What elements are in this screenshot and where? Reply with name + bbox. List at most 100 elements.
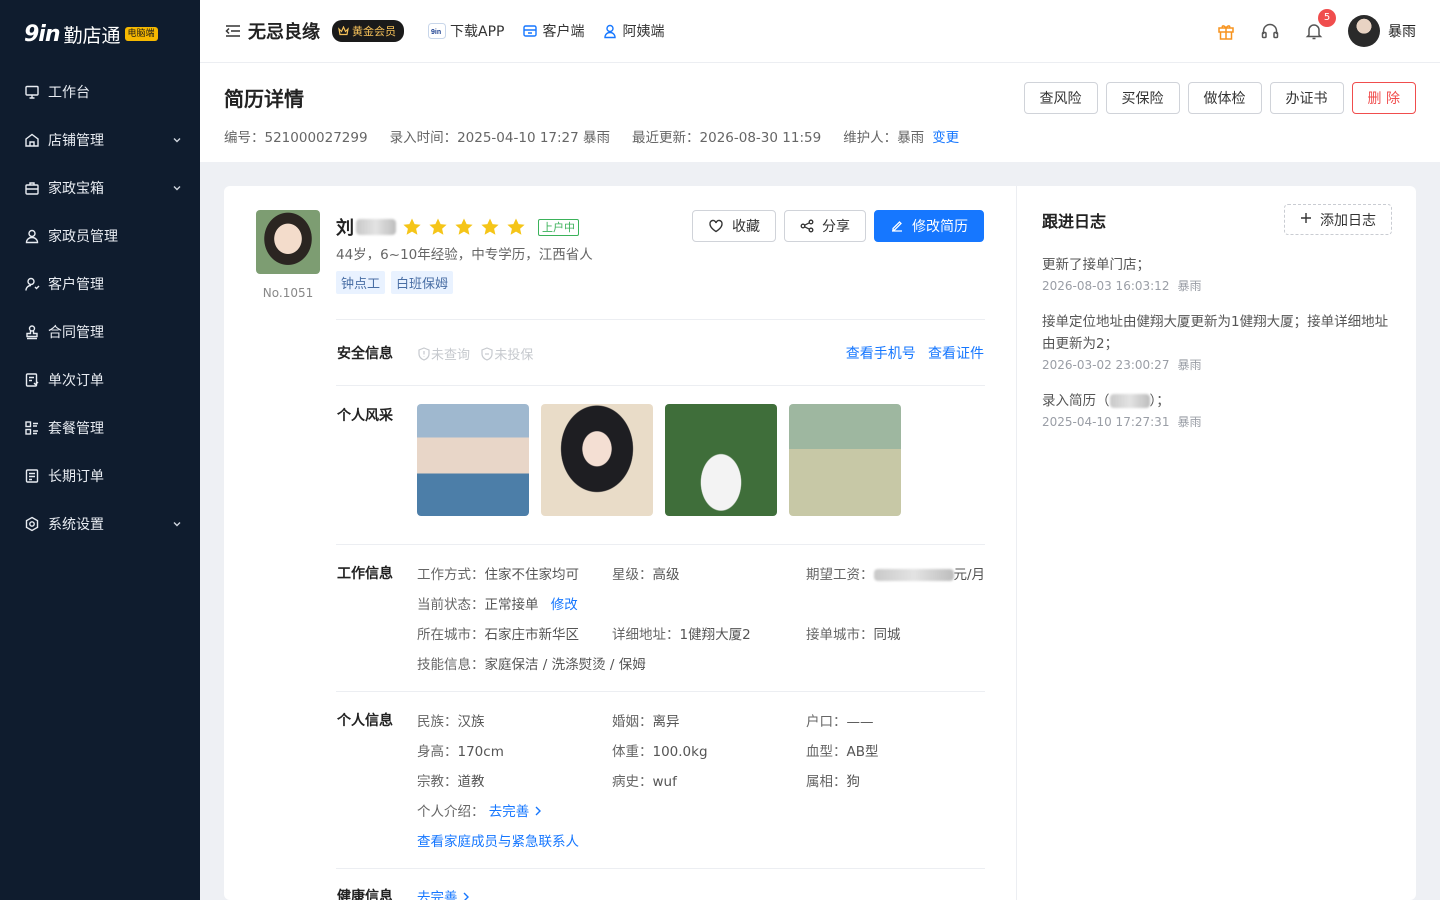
sidebar-item-single-orders[interactable]: 单次订单 <box>0 356 200 404</box>
sidebar-item-long-orders[interactable]: 长期订单 <box>0 452 200 500</box>
field-value: 高级 <box>652 567 680 583</box>
divider <box>336 319 985 320</box>
client-link[interactable]: 客户端 <box>522 21 584 41</box>
worker-tags: 钟点工 白班保姆 <box>336 271 459 294</box>
view-family-link[interactable]: 查看家庭成员与紧急联系人 <box>417 834 579 850</box>
log-entry: 录入简历（ ）； 2025-04-10 17:27:31 暴雨 <box>1042 390 1392 430</box>
field-value: 家庭保洁 / 洗涤熨烫 / 保姆 <box>484 657 646 673</box>
field-value: 1健翔大厦2 <box>679 627 751 643</box>
gift-icon[interactable] <box>1216 21 1236 41</box>
health-section-title: 健康信息 <box>337 889 393 900</box>
sidebar-item-toolbox[interactable]: 家政宝箱 <box>0 164 200 212</box>
current-state: 当前状态：正常接单 修改 <box>417 593 578 613</box>
nanny-label: 阿姨端 <box>622 24 665 40</box>
insurance-status: 未投保 <box>480 344 533 363</box>
delete-button[interactable]: 删 除 <box>1351 82 1416 114</box>
edit-resume-button[interactable]: 修改简历 <box>874 210 984 242</box>
gallery-photo[interactable] <box>789 404 901 516</box>
add-log-button[interactable]: 添加日志 <box>1284 204 1392 235</box>
field-value: 狗 <box>846 774 861 790</box>
sidebar-item-store[interactable]: 店铺管理 <box>0 116 200 164</box>
sidebar-item-packages[interactable]: 套餐管理 <box>0 404 200 452</box>
check-risk-button[interactable]: 查风险 <box>1023 82 1098 114</box>
complete-intro-link[interactable]: 去完善 <box>489 804 542 820</box>
updated-time-label: 最近更新： <box>632 130 700 146</box>
nanny-link[interactable]: 阿姨端 <box>602 21 664 41</box>
headset-icon[interactable] <box>1260 21 1280 41</box>
star-icon <box>506 217 532 237</box>
user-avatar[interactable] <box>1348 15 1380 47</box>
member-badge: 黄金会员 <box>332 20 404 42</box>
field-value: —— <box>846 714 874 730</box>
download-app-link[interactable]: 9in 下载APP <box>428 21 504 41</box>
family-contacts: 查看家庭成员与紧急联系人 <box>417 830 579 850</box>
sidebar-item-contracts[interactable]: 合同管理 <box>0 308 200 356</box>
gallery-photo[interactable] <box>665 404 777 516</box>
sidebar-item-label: 客户管理 <box>48 277 104 293</box>
worker-surname: 刘 <box>336 218 354 239</box>
field-label: 详细地址： <box>612 627 680 643</box>
field-label: 所在城市： <box>417 627 485 643</box>
shop-name[interactable]: 无忌良缘 <box>248 18 320 44</box>
divider <box>336 544 985 545</box>
log-meta: 2025-04-10 17:27:31 暴雨 <box>1042 413 1392 430</box>
field-label: 技能信息： <box>417 657 485 673</box>
bell-icon[interactable]: 5 <box>1304 9 1336 41</box>
heart-icon <box>708 218 724 234</box>
buy-insurance-button[interactable]: 买保险 <box>1105 82 1180 114</box>
field-value: wuf <box>652 774 677 790</box>
sidebar-item-workers[interactable]: 家政员管理 <box>0 212 200 260</box>
star-icon <box>454 217 480 237</box>
nanny-icon <box>602 23 618 39</box>
profile-actions: 收藏 分享 修改简历 <box>692 210 984 242</box>
profile-photo[interactable] <box>256 210 320 274</box>
sidebar-item-settings[interactable]: 系统设置 <box>0 500 200 548</box>
change-maintainer-link[interactable]: 变更 <box>932 126 959 146</box>
menu-fold-icon[interactable] <box>224 22 242 40</box>
health-check-button[interactable]: 做体检 <box>1187 82 1262 114</box>
sidebar-item-label: 家政宝箱 <box>48 181 104 197</box>
monitor-icon <box>24 84 40 100</box>
favorite-button[interactable]: 收藏 <box>692 210 776 242</box>
field-label: 接单城市： <box>806 627 874 643</box>
share-icon <box>800 219 814 233</box>
edit-state-link[interactable]: 修改 <box>551 597 578 613</box>
maintainer-value: 暴雨 <box>897 130 925 146</box>
log-user: 暴雨 <box>1177 358 1202 372</box>
view-phone-link[interactable]: 查看手机号 <box>846 346 916 362</box>
salary-unit: 元/月 <box>953 567 986 583</box>
field-value: 离异 <box>652 714 680 730</box>
divider <box>336 385 985 386</box>
status-badge: 上户中 <box>538 218 579 236</box>
view-certificate-link[interactable]: 查看证件 <box>928 346 984 362</box>
certificate-button[interactable]: 办证书 <box>1269 82 1344 114</box>
sidebar-item-customers[interactable]: 客户管理 <box>0 260 200 308</box>
worker-tag: 钟点工 <box>336 271 386 294</box>
gallery-photo[interactable] <box>541 404 653 516</box>
gallery-photo[interactable] <box>417 404 529 516</box>
detail-address: 详细地址：1健翔大厦2 <box>612 623 751 643</box>
risk-check-label: 未查询 <box>431 348 471 363</box>
top-header: 无忌良缘 黄金会员 9in 下载APP 客户端 阿姨端 5 暴雨 <box>200 0 1440 63</box>
client-icon <box>522 23 538 39</box>
complete-health-link[interactable]: 去完善 <box>417 890 470 900</box>
customer-icon <box>24 276 40 292</box>
sidebar-item-workbench[interactable]: 工作台 <box>0 68 200 116</box>
field-value: 100.0kg <box>652 744 708 760</box>
work-mode: 工作方式：住家不住家均可 <box>417 563 579 583</box>
titlebar-actions: 查风险 买保险 做体检 办证书 删 除 <box>1016 82 1416 114</box>
chevron-right-icon <box>535 806 541 816</box>
app-icon: 9in <box>428 23 446 39</box>
field-value: 正常接单 <box>484 597 539 613</box>
current-city: 所在城市：石家庄市新华区 <box>417 623 579 643</box>
sidebar-item-label: 单次订单 <box>48 373 104 389</box>
brand-logo[interactable]: 9in 勤店通 电脑端 <box>0 0 200 68</box>
entry-time-label: 录入时间： <box>389 130 458 146</box>
entry-time-value: 2025-04-10 17:27 暴雨 <box>457 130 611 146</box>
user-name[interactable]: 暴雨 <box>1388 21 1416 41</box>
share-button[interactable]: 分享 <box>784 210 866 242</box>
field-label: 户口： <box>806 714 847 730</box>
complete-intro-label: 去完善 <box>488 804 530 820</box>
risk-check-status: 未查询 <box>417 344 470 363</box>
religion: 宗教：道教 <box>417 770 485 790</box>
